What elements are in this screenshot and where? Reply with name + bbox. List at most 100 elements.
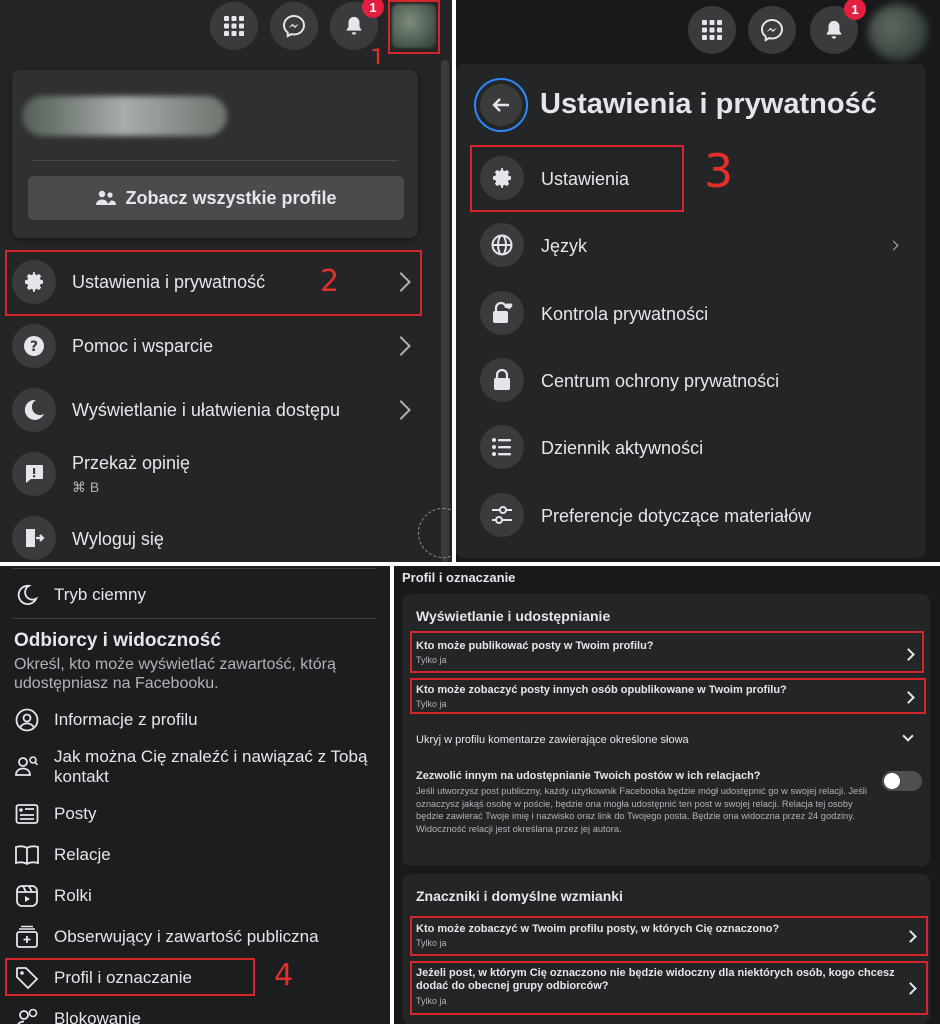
sidebar-item-find-contact[interactable]: Jak można Cię znaleźć i nawiązać z Tobą … [14,747,374,787]
sidebar-item-followers[interactable]: Obserwujący i zawartość publiczna [14,924,319,950]
annotation-box [410,631,924,673]
moon-icon [14,582,40,608]
sidebar-item-blocking[interactable]: Blokowanie [14,1006,141,1024]
account-menu-panel: 1 1 Zobacz wszystkie profile Ustawienia … [0,0,452,562]
messenger-icon [282,14,306,38]
settings-sidebar-panel: Tryb ciemny Odbiorcy i widoczność Określ… [0,566,390,1024]
menu-item-label: Przekaż opinię [72,453,191,473]
book-icon [14,842,40,868]
reels-icon [14,883,40,909]
moon-icon [12,388,56,432]
settings-item-privacy-center[interactable]: Centrum ochrony prywatności [456,348,926,414]
bell-icon [346,16,362,35]
divider [12,618,376,619]
settings-item-label: Kontrola prywatności [541,304,709,324]
shortcut-hint: ⌘ B [72,479,100,495]
menu-item-label: Wyświetlanie i ułatwienia dostępu [72,400,340,420]
divider [32,160,398,161]
annotation-box [410,961,928,1015]
chevron-down-icon [902,730,914,742]
user-search-icon [14,753,40,779]
scrollbar[interactable] [441,60,449,562]
settings-item-label: Preferencje dotyczące materiałów [541,506,812,526]
sidebar-item-profile-info[interactable]: Informacje z profilu [14,707,198,733]
menu-grid-button[interactable] [688,6,736,54]
profile-tagging-panel: Profil i oznaczanie Wyświetlanie i udost… [394,566,940,1024]
sliders-icon [480,493,524,537]
lock-icon [480,358,524,402]
settings-item-label: Centrum ochrony prywatności [541,371,780,391]
svg-text:?: ? [30,339,38,355]
annotation-number-4: 4 [274,958,294,993]
profile-card: Zobacz wszystkie profile [12,70,418,238]
settings-item-privacy-checkup[interactable]: Kontrola prywatności [456,280,926,346]
chevron-right-icon [888,240,899,251]
chevron-right-icon [391,400,411,420]
page-title: Profil i oznaczanie [402,570,516,585]
toggle-knob [884,773,900,789]
feedback-icon [12,452,56,496]
sidebar-item-label: Blokowanie [54,1009,141,1024]
page-title: Ustawienia i prywatność [540,88,877,120]
help-icon: ? [12,324,56,368]
notification-badge: 1 [362,0,384,18]
followers-icon [14,924,40,950]
settings-item-label: Dziennik aktywności [541,438,704,458]
menu-item-logout[interactable]: Wyloguj się [0,512,440,562]
settings-privacy-panel: 1 Ustawienia i prywatność Ustawienia 3 J… [456,0,940,562]
divider [12,568,376,569]
back-button[interactable] [474,78,528,132]
lock-heart-icon [480,291,524,335]
sidebar-item-label: Rolki [54,886,92,905]
sidebar-item-label: Tryb ciemny [54,585,146,604]
settings-item-label: Język [541,236,588,256]
settings-item-language[interactable]: Język [456,212,926,278]
messenger-icon [760,18,784,42]
share-stories-title: Zezwolić innym na udostępnianie Twoich p… [416,770,761,782]
menu-grid-icon [224,16,244,36]
annotation-box [410,678,926,714]
annotation-box [410,916,928,956]
chevron-right-icon [391,336,411,356]
menu-item-display[interactable]: Wyświetlanie i ułatwienia dostępu [0,380,440,440]
sidebar-item-reels[interactable]: Rolki [14,883,92,909]
sidebar-item-stories[interactable]: Relacje [14,842,111,868]
share-stories-toggle[interactable] [882,771,922,791]
sidebar-item-label: Relacje [54,845,111,864]
setting-title: Ukryj w profilu komentarze zawierające o… [416,734,689,746]
annotation-number-2: 2 [320,264,340,299]
section-heading: Znaczniki i domyślne wzmianki [416,888,623,904]
logout-icon [12,516,56,560]
section-heading: Wyświetlanie i udostępnianie [416,608,611,624]
settings-item-activity-log[interactable]: Dziennik aktywności [456,416,926,482]
menu-grid-button[interactable] [210,2,258,50]
messenger-button[interactable] [748,6,796,54]
settings-item-content-preferences[interactable]: Preferencje dotyczące materiałów [456,484,926,550]
sidebar-item-label: Jak można Cię znaleźć i nawiązać z Tobą … [54,747,368,786]
annotation-box-4 [5,958,255,996]
bell-icon [826,20,842,39]
see-all-profiles-label: Zobacz wszystkie profile [125,187,337,208]
menu-item-help[interactable]: ? Pomoc i wsparcie [0,316,440,376]
sidebar-item-dark-mode[interactable]: Tryb ciemny [14,582,146,608]
section-title: Odbiorcy i widoczność [14,630,221,651]
section-description: Określ, kto może wyświetlać zawartość, k… [14,656,336,692]
annotation-box-3 [470,145,684,212]
post-icon [14,801,40,827]
profile-name-blurred [22,96,227,136]
arrow-left-icon [492,98,509,112]
setting-hide-comments[interactable]: Ukryj w profilu komentarze zawierające o… [410,726,924,756]
messenger-button[interactable] [270,2,318,50]
profiles-icon [96,190,117,205]
user-circle-icon [14,707,40,733]
annotation-number-3: 3 [704,144,734,198]
block-icon [14,1006,40,1024]
avatar[interactable] [868,4,928,60]
annotation-box-2 [5,250,422,316]
see-all-profiles-button[interactable]: Zobacz wszystkie profile [28,176,404,220]
sidebar-item-posts[interactable]: Posty [14,801,97,827]
list-icon [480,425,524,469]
menu-item-feedback[interactable]: Przekaż opinię ⌘ B [0,444,440,508]
tags-mentions-card: Znaczniki i domyślne wzmianki Kto może z… [402,874,930,1024]
display-sharing-card: Wyświetlanie i udostępnianie Kto może pu… [402,594,930,866]
